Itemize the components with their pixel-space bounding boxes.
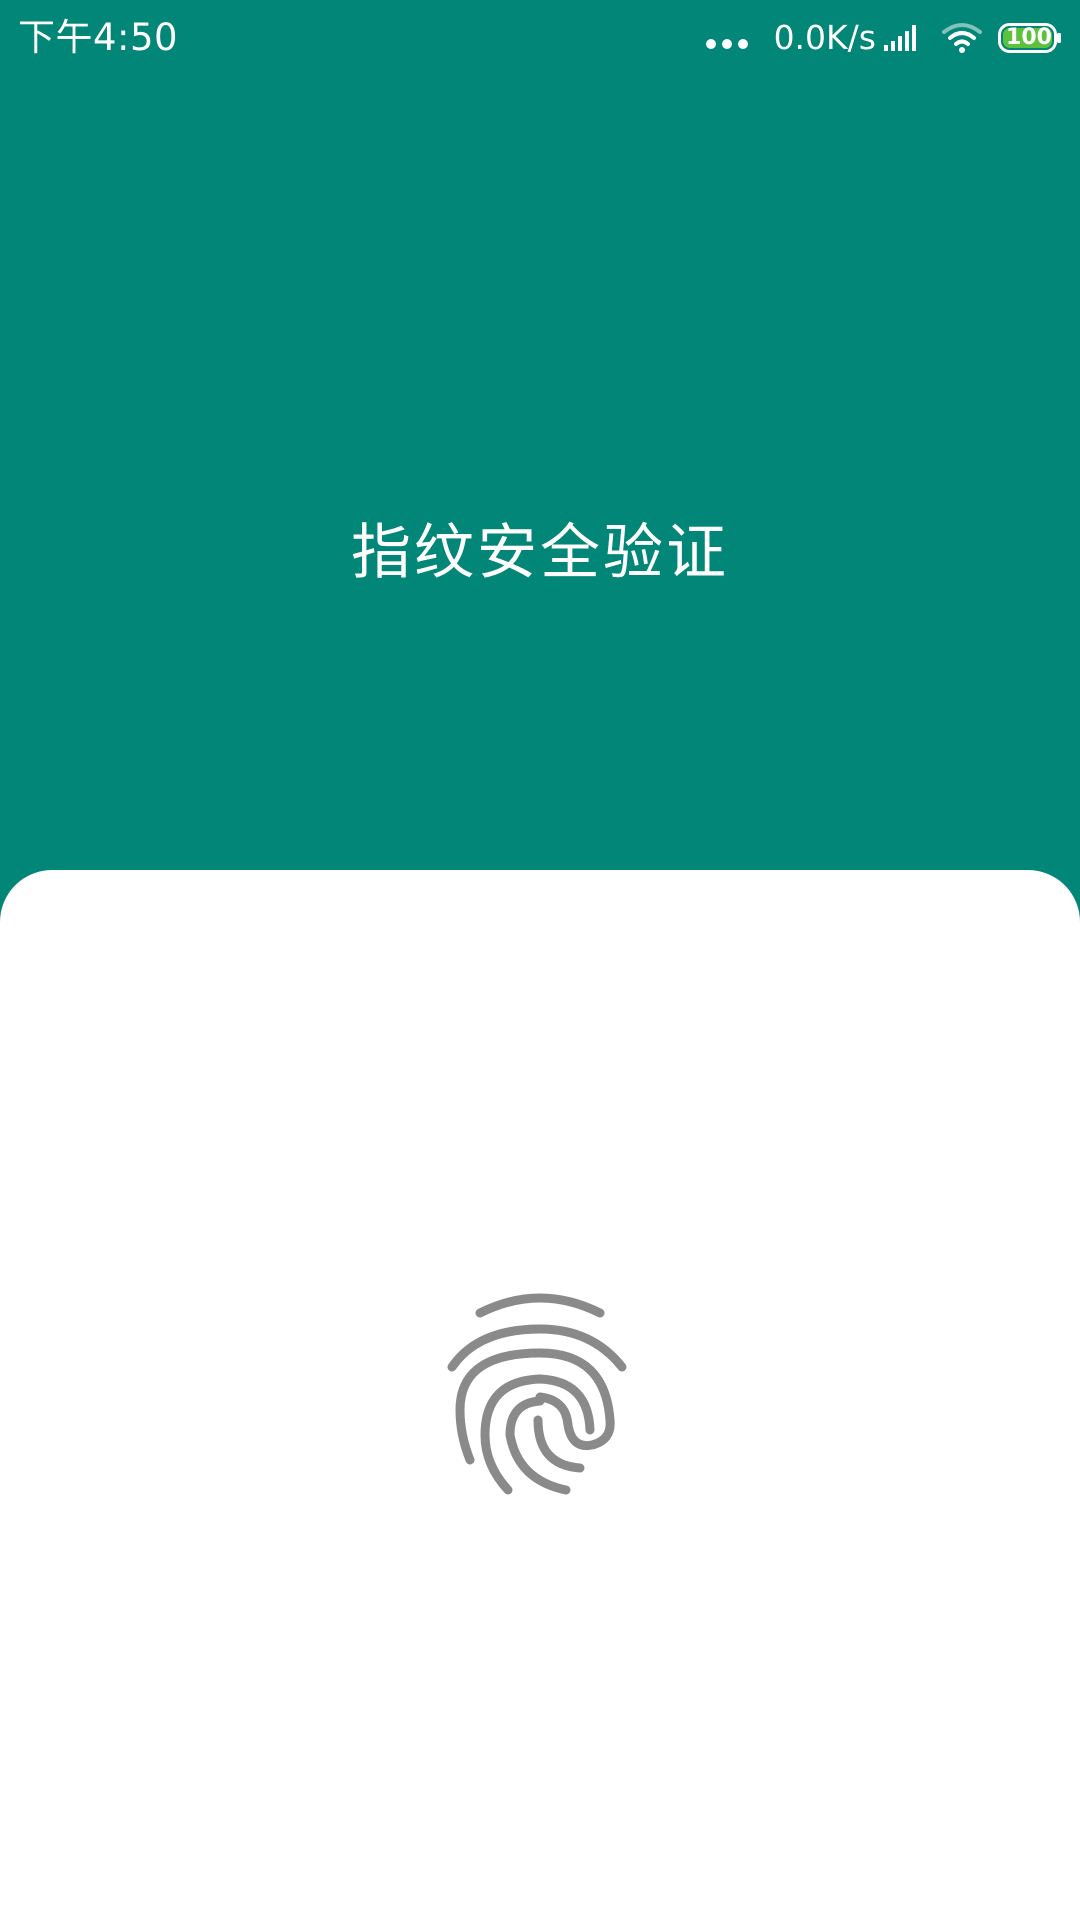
status-icons: 0.0K/s 100 xyxy=(705,14,1062,62)
screen: 下午4:50 0.0K/s 100 指纹安全验证 xyxy=(0,0,1080,1920)
network-speed: 0.0K/s xyxy=(773,18,876,57)
page-title: 指纹安全验证 xyxy=(351,518,729,588)
battery-icon: 100 xyxy=(998,23,1062,53)
status-bar: 下午4:50 0.0K/s 100 xyxy=(0,0,1080,76)
header-background xyxy=(0,0,1080,930)
more-dots-icon xyxy=(705,39,748,49)
fingerprint-icon xyxy=(447,1293,627,1495)
signal-icon xyxy=(884,25,916,51)
status-time: 下午4:50 xyxy=(18,16,179,59)
fingerprint-button[interactable] xyxy=(440,1285,640,1505)
battery-level: 100 xyxy=(1006,25,1052,50)
wifi-icon xyxy=(942,23,982,53)
